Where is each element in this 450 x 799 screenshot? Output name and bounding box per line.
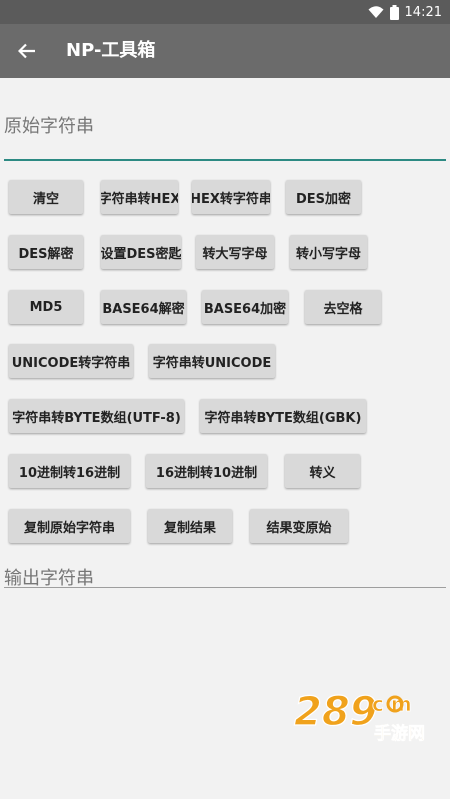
watermark-logo: 289 c m 手游网 xyxy=(293,688,425,744)
clear-button[interactable]: 清空 xyxy=(9,180,83,214)
watermark-domain: c m xyxy=(372,692,412,716)
copy-original-button[interactable]: 复制原始字符串 xyxy=(9,509,130,543)
des-encrypt-button[interactable]: DES加密 xyxy=(286,180,361,214)
to-uppercase-button[interactable]: 转大写字母 xyxy=(196,235,274,269)
str-to-byte-gbk-button[interactable]: 字符串转BYTE数组(GBK) xyxy=(200,399,366,433)
battery-icon xyxy=(389,4,399,20)
escape-button[interactable]: 转义 xyxy=(285,454,360,488)
des-decrypt-button[interactable]: DES解密 xyxy=(9,235,83,269)
base64-encode-button[interactable]: BASE64加密 xyxy=(202,290,288,324)
base64-decode-button[interactable]: BASE64解密 xyxy=(101,290,186,324)
set-des-key-button[interactable]: 设置DES密匙 xyxy=(101,235,181,269)
output-field[interactable] xyxy=(4,587,446,588)
unicode-to-str-button[interactable]: UNICODE转字符串 xyxy=(9,344,133,378)
input-field[interactable] xyxy=(4,159,446,161)
arrow-back-icon xyxy=(18,43,35,59)
app-bar: NP-工具箱 xyxy=(0,24,450,78)
status-time: 14:21 xyxy=(404,4,442,20)
back-button[interactable] xyxy=(12,36,42,66)
str-to-byte-utf8-button[interactable]: 字符串转BYTE数组(UTF-8) xyxy=(9,399,184,433)
copy-result-button[interactable]: 复制结果 xyxy=(148,509,232,543)
hex-to-str-button[interactable]: HEX转字符串 xyxy=(192,180,270,214)
dec-to-hex-button[interactable]: 10进制转16进制 xyxy=(9,454,130,488)
to-lowercase-button[interactable]: 转小写字母 xyxy=(290,235,367,269)
app-title: NP-工具箱 xyxy=(66,40,156,61)
wifi-icon xyxy=(368,6,384,18)
trim-spaces-button[interactable]: 去空格 xyxy=(305,290,381,324)
hex-to-dec-button[interactable]: 16进制转10进制 xyxy=(146,454,267,488)
str-to-hex-button[interactable]: 字符串转HEX xyxy=(101,180,178,214)
result-to-original-button[interactable]: 结果变原始 xyxy=(250,509,348,543)
md5-button[interactable]: MD5 xyxy=(9,290,83,324)
status-icons: 14:21 xyxy=(368,0,442,24)
watermark-logo-text: 289 xyxy=(294,689,378,735)
watermark-subtitle: 手游网 xyxy=(374,723,425,744)
input-field-label: 原始字符串 xyxy=(4,116,94,137)
str-to-unicode-button[interactable]: 字符串转UNICODE xyxy=(149,344,275,378)
status-bar: 14:21 xyxy=(0,0,450,24)
